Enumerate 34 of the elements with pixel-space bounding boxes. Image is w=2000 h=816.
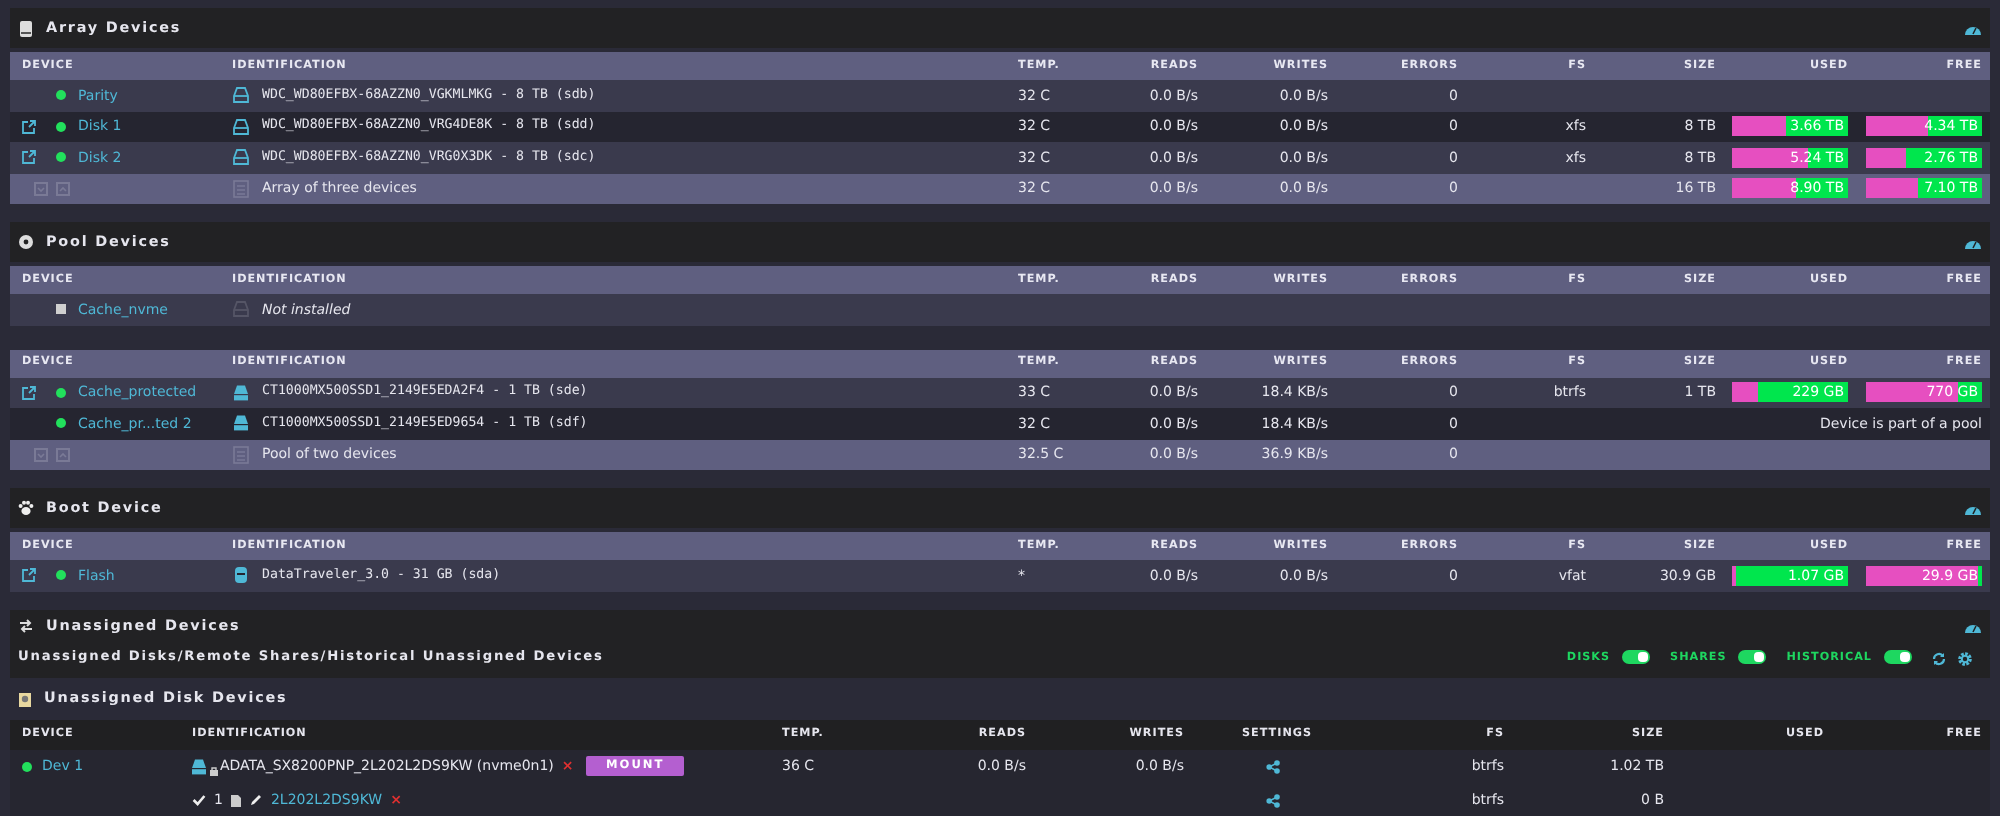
toggle-switch[interactable]: [1622, 650, 1651, 665]
external-link-icon[interactable]: [22, 568, 36, 583]
exchange-icon: [18, 618, 34, 634]
disc-icon: [18, 234, 34, 250]
dashboard-icon[interactable]: [1964, 235, 1982, 249]
list-icon: [232, 445, 250, 464]
checkmark-icon[interactable]: [192, 794, 206, 806]
external-link-icon[interactable]: [22, 119, 36, 134]
refresh-icon[interactable]: [1932, 651, 1946, 665]
hard-drive-icon: [232, 148, 250, 167]
pencil-icon[interactable]: [250, 794, 263, 806]
drive-icon: [190, 757, 208, 775]
list-icon: [232, 179, 250, 198]
drive-icon: [232, 383, 250, 402]
external-link-icon[interactable]: [22, 150, 36, 165]
dashboard-icon[interactable]: [1964, 501, 1982, 515]
hard-drive-icon: [232, 117, 250, 136]
share-settings-icon[interactable]: [1266, 793, 1282, 807]
paw-icon: [18, 500, 34, 516]
toggle-switch[interactable]: [1738, 650, 1767, 665]
file-icon: [230, 793, 243, 807]
share-settings-icon[interactable]: [1266, 759, 1282, 773]
settings-icon[interactable]: [1958, 651, 1972, 665]
lock-icon: [210, 765, 218, 775]
drive-icon: [232, 300, 250, 319]
hard-drive-icon: [18, 691, 32, 707]
drive-icon: [232, 414, 250, 433]
drive-icon: [18, 19, 34, 37]
usb-drive-icon: [232, 566, 250, 585]
dashboard-icon[interactable]: [1964, 21, 1982, 35]
hard-drive-icon: [232, 86, 250, 105]
toggle-switch[interactable]: [1884, 650, 1912, 665]
dashboard-icon[interactable]: [1964, 619, 1982, 633]
external-link-icon[interactable]: [22, 385, 36, 400]
